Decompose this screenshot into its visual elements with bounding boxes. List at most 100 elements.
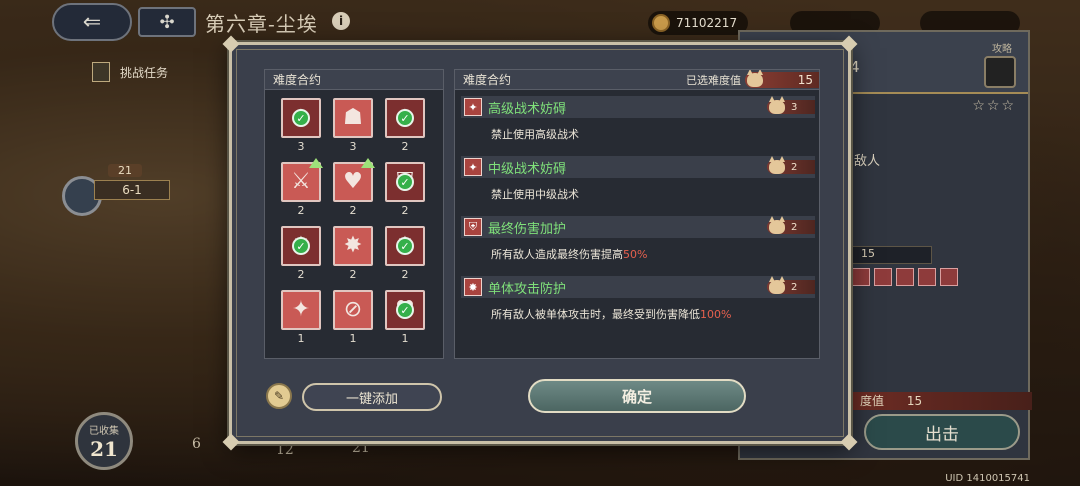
confirm-button[interactable]: 确定: [528, 379, 746, 413]
contract-tile[interactable]: ✦ 1: [279, 290, 323, 345]
difficulty-bar: 度值 15: [852, 392, 1032, 410]
rule-title: 中级战术妨碍: [488, 161, 567, 177]
rule-header: ⛨ 最终伤害加护 2: [461, 216, 815, 238]
contract-panel-title: 难度合约: [265, 70, 443, 90]
contract-tile-count: 2: [401, 140, 409, 153]
back-button[interactable]: ⇐: [52, 3, 132, 41]
difficulty-count: 15: [852, 246, 932, 264]
checkmark-icon: ✓: [292, 237, 310, 255]
menu-button[interactable]: ✣: [138, 7, 196, 37]
rule-cost-value: 2: [791, 161, 798, 173]
contract-tile-button[interactable]: ♥: [333, 158, 375, 202]
coin-icon: [652, 14, 670, 32]
rule-description: 所有敌人造成最终伤害提高50%: [461, 238, 815, 268]
contract-tile[interactable]: ✸✓ 2: [279, 226, 323, 281]
rule-highlight-value: 50%: [623, 248, 648, 261]
contract-tile-button[interactable]: ✸✓: [385, 226, 425, 266]
contract-tile[interactable]: ⛨✓ 2: [383, 162, 427, 217]
stage-name[interactable]: 6-1: [94, 180, 170, 200]
contract-tile-button[interactable]: ⛨✓: [385, 162, 425, 202]
contract-selection-panel: 难度合约 ✦✓3☗3✦✓2⚔2♥2⛨✓2✸✓2✸2✸✓2✦1⊘1♥✓1: [264, 69, 444, 359]
contract-tile-button[interactable]: ✦✓: [281, 98, 321, 138]
contract-tile[interactable]: ♥ 2: [331, 158, 375, 217]
rule-cost: 2: [767, 216, 815, 234]
checkmark-icon: ✓: [292, 109, 310, 127]
contract-tile-button[interactable]: ✸: [333, 226, 373, 266]
contract-tile-button[interactable]: ⚔: [281, 158, 323, 202]
contract-tile-button[interactable]: ✸✓: [281, 226, 321, 266]
demon-icon: [769, 156, 785, 174]
contract-tile-count: 2: [401, 268, 409, 281]
rule-header: ✦ 中级战术妨碍 2: [461, 156, 815, 178]
upgrade-arrow-icon: [309, 158, 323, 168]
contract-tile-button[interactable]: ⊘: [333, 290, 373, 330]
contract-tile-count: 2: [297, 268, 305, 281]
upgrade-arrow-icon: [361, 158, 375, 168]
contract-tile-button[interactable]: ✦: [281, 290, 321, 330]
contract-mini-icon: [896, 268, 914, 286]
demon-icon: [747, 70, 763, 87]
rule-title: 单体攻击防护: [488, 281, 567, 297]
contract-icon: ✦: [291, 297, 311, 322]
contract-tile[interactable]: ☗ 3: [331, 98, 375, 153]
rule-description: 禁止使用高级战术: [461, 118, 815, 148]
demon-icon: [769, 276, 785, 294]
rule-list: ✦ 高级战术妨碍 3 禁止使用高级战术 ✦ 中级战术妨碍 2 禁止使用中级战术 ⛨ 最终伤害加护 2…: [461, 96, 815, 336]
checkmark-icon: ✓: [396, 109, 414, 127]
currency-value: 71102217: [676, 16, 738, 30]
contract-tile[interactable]: ✸ 2: [331, 226, 375, 281]
track-number: 6: [192, 436, 201, 452]
contract-tile-count: 2: [401, 204, 409, 217]
checkmark-icon: ✓: [396, 173, 414, 191]
rule-cost-value: 3: [791, 101, 798, 113]
contract-tile[interactable]: ⊘ 1: [331, 290, 375, 345]
book-icon[interactable]: [984, 56, 1016, 88]
contract-tile-button[interactable]: ♥✓: [385, 290, 425, 330]
contract-tile[interactable]: ♥✓ 1: [383, 290, 427, 345]
auto-add-icon[interactable]: ✎: [266, 383, 292, 409]
contract-tile-count: 1: [297, 332, 305, 345]
uid-label: UID 1410015741: [945, 473, 1030, 484]
selected-difficulty-value: 15: [797, 72, 813, 87]
rule-cost: 2: [767, 276, 815, 294]
auto-add-button[interactable]: 一键添加: [302, 383, 442, 411]
rule-description-text: 禁止使用高级战术: [491, 128, 579, 141]
rule-highlight-value: 100%: [700, 308, 732, 321]
strategy-label: 攻略: [992, 44, 1012, 55]
rule-header: ✦ 高级战术妨碍 3: [461, 96, 815, 118]
contract-rule: ✦ 中级战术妨碍 2 禁止使用中级战术: [461, 156, 815, 208]
rule-description-text: 所有敌人被单体攻击时，最终受到伤害降低: [491, 308, 700, 321]
contract-tile-count: 1: [401, 332, 409, 345]
back-arrow-icon: ⇐: [82, 9, 102, 35]
contract-tile[interactable]: ⚔ 2: [279, 158, 323, 217]
contract-icon: ⚔: [291, 169, 311, 194]
contract-icon: ✸: [343, 233, 363, 258]
selected-difficulty-label: 已选难度值: [686, 73, 741, 87]
rule-icon: ✸: [464, 278, 482, 296]
contract-icon: ⊘: [343, 297, 363, 322]
stage-detail-title: 4: [850, 58, 860, 76]
start-battle-button[interactable]: 出击: [864, 414, 1020, 450]
checkmark-icon: ✓: [396, 301, 414, 319]
grid-icon: ✣: [159, 11, 175, 33]
contract-detail-panel[interactable]: 难度合约 已选难度值 15 ✦ 高级战术妨碍 3 禁止使用高级战术 ✦ 中级战术妨碍 2 禁止…: [454, 69, 820, 359]
challenge-task[interactable]: 挑战任务: [92, 62, 168, 82]
contract-tile-count: 2: [297, 204, 305, 217]
difficulty-value: 15: [906, 394, 923, 408]
contract-tile[interactable]: ✦✓ 2: [383, 98, 427, 153]
contract-tile-count: 1: [349, 332, 357, 345]
rule-title: 最终伤害加护: [488, 221, 567, 237]
contract-tile[interactable]: ✦✓ 3: [279, 98, 323, 153]
rule-description: 禁止使用中级战术: [461, 178, 815, 208]
contract-rule: ✸ 单体攻击防护 2 所有敌人被单体攻击时，最终受到伤害降低100%: [461, 276, 815, 328]
contract-tile-button[interactable]: ✦✓: [385, 98, 425, 138]
star-rating: ☆☆☆: [972, 98, 1016, 114]
contract-tile-count: 2: [349, 204, 357, 217]
scroll-icon: [92, 62, 110, 82]
rule-icon: ✦: [464, 98, 482, 116]
contract-tile-button[interactable]: ☗: [333, 98, 373, 138]
contract-icon: ♥: [343, 169, 363, 194]
contract-tile[interactable]: ✸✓ 2: [383, 226, 427, 281]
rule-description-text: 所有敌人造成最终伤害提高: [491, 248, 623, 261]
info-icon[interactable]: i: [332, 12, 350, 30]
